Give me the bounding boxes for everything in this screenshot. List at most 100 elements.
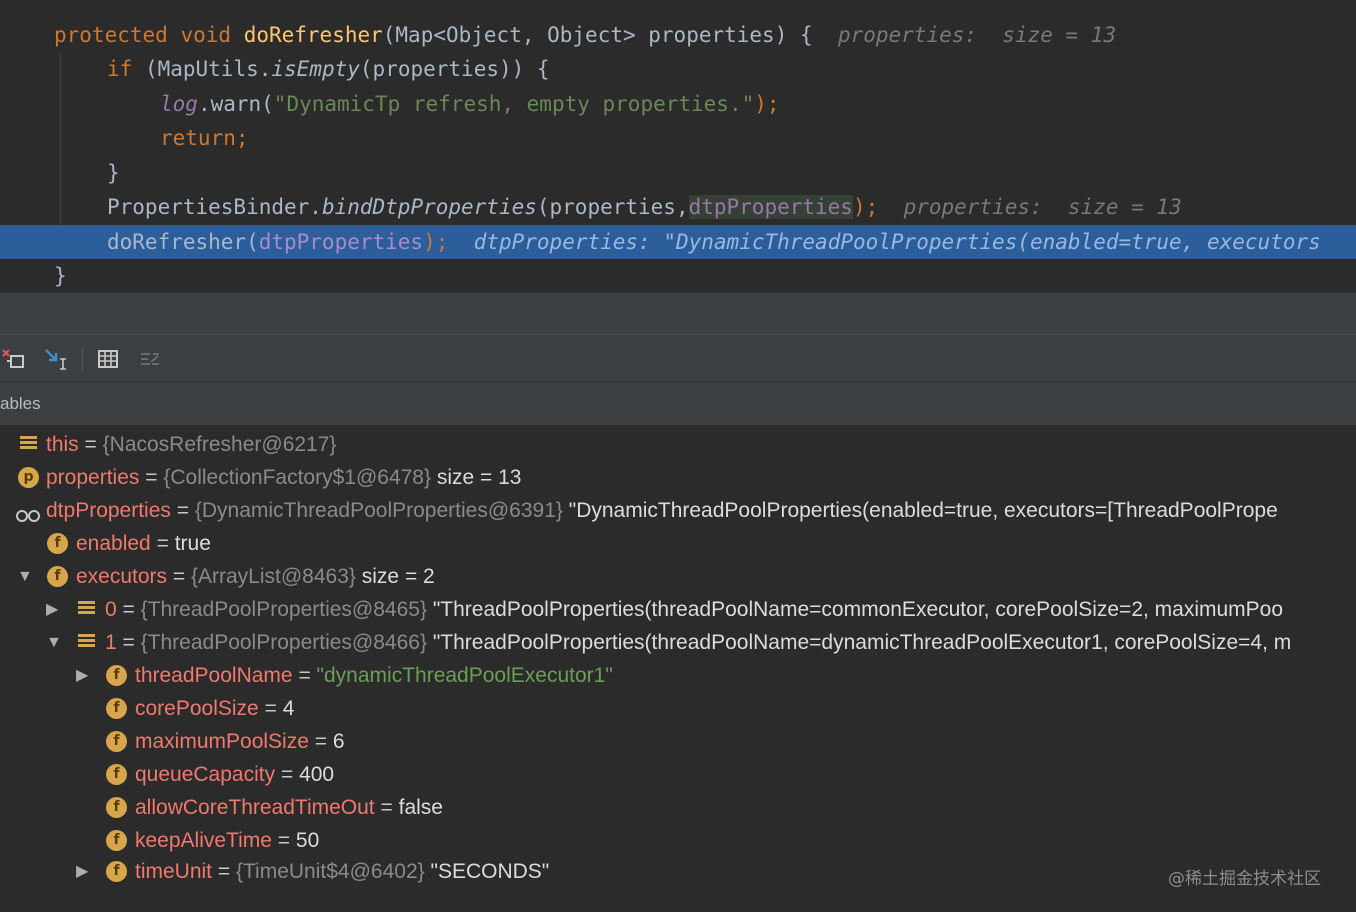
variable-row-timeunit[interactable]: ▶ f timeUnit = {TimeUnit$4@6402} "SECOND…	[0, 855, 1356, 888]
equals-sign: =	[176, 499, 190, 522]
variable-row-keepalivetime[interactable]: f keepAliveTime = 50	[0, 824, 1356, 857]
collapse-arrow-icon[interactable]: ▼	[17, 560, 33, 593]
code-line-8[interactable]: }	[0, 259, 1356, 292]
field-reference: dtpProperties	[688, 195, 853, 219]
variable-row-dtpproperties[interactable]: dtpProperties = {DynamicThreadPoolProper…	[0, 494, 1356, 527]
expand-arrow-icon[interactable]: ▶	[76, 855, 88, 888]
code-text: }	[107, 161, 120, 185]
object-reference: {ThreadPoolProperties@8465}	[140, 598, 427, 621]
variable-value: "SECONDS"	[430, 860, 550, 883]
restore-layout-icon[interactable]	[0, 345, 28, 373]
code-text: .warn(	[197, 92, 274, 116]
variables-title: ables	[0, 394, 41, 413]
code-text: (properties)) {	[359, 57, 550, 81]
field-icon: f	[106, 830, 127, 851]
code-line-5[interactable]: }	[0, 156, 1356, 190]
step-into-icon[interactable]	[42, 345, 70, 373]
inline-debug-hint: dtpProperties: "DynamicThreadPoolPropert…	[473, 230, 1321, 254]
object-reference: {DynamicThreadPoolProperties@6391}	[194, 499, 563, 522]
static-call: isEmpty	[271, 57, 360, 81]
field-icon: f	[106, 665, 127, 686]
equals-sign: =	[122, 631, 135, 654]
settings-list-icon[interactable]	[136, 345, 164, 373]
keyword: if	[107, 57, 133, 81]
expand-arrow-icon[interactable]: ▶	[46, 593, 58, 626]
variable-value: size = 2	[361, 565, 435, 588]
variable-value: true	[174, 532, 211, 555]
equals-sign: =	[156, 532, 169, 555]
variable-row-enabled[interactable]: f enabled = true	[0, 527, 1356, 560]
code-text: );	[852, 195, 879, 219]
variable-row-executors[interactable]: ▼ f executors = {ArrayList@8463} size = …	[0, 560, 1356, 593]
string-literal: "DynamicTp refresh, empty properties."	[273, 92, 755, 116]
code-line-2[interactable]: if (MapUtils.isEmpty(properties)) {	[0, 52, 1356, 86]
equals-sign: =	[314, 730, 327, 753]
variable-value: 6	[332, 730, 345, 753]
keyword: return;	[160, 126, 249, 150]
variable-row-executor-1[interactable]: ▼ 1 = {ThreadPoolProperties@8466} "Threa…	[0, 626, 1356, 659]
variable-name: dtpProperties	[46, 499, 171, 522]
variable-name: keepAliveTime	[135, 829, 272, 852]
variable-row-executor-0[interactable]: ▶ 0 = {ThreadPoolProperties@8465} "Threa…	[0, 593, 1356, 626]
variable-value: false	[398, 796, 443, 819]
keyword: void	[180, 23, 232, 47]
variable-row-maximumpoolsize[interactable]: f maximumPoolSize = 6	[0, 725, 1356, 758]
variable-name: maximumPoolSize	[135, 730, 309, 753]
code-editor[interactable]: protected void doRefresher(Map<Object, O…	[0, 0, 1356, 292]
equals-sign: =	[277, 829, 291, 852]
code-text: );	[423, 230, 449, 254]
variable-name: queueCapacity	[135, 763, 276, 786]
variable-value: "ThreadPoolProperties(threadPoolName=com…	[432, 598, 1284, 621]
variable-row-queuecapacity[interactable]: f queueCapacity = 400	[0, 758, 1356, 791]
list-icon	[78, 634, 95, 651]
variable-name: timeUnit	[135, 860, 213, 883]
equals-sign: =	[280, 763, 294, 786]
code-line-4[interactable]: return;	[0, 121, 1356, 155]
watch-glasses-icon	[15, 502, 40, 522]
code-line-1[interactable]: protected void doRefresher(Map<Object, O…	[0, 18, 1356, 52]
code-line-3[interactable]: log.warn("DynamicTp refresh, empty prope…	[0, 87, 1356, 121]
field-icon: f	[47, 533, 68, 554]
code-text: (MapUtils.	[144, 57, 272, 81]
code-text: PropertiesBinder.	[107, 195, 322, 219]
equals-sign: =	[380, 796, 393, 819]
field-icon: f	[106, 731, 127, 752]
editor-tool-separator	[0, 292, 1356, 334]
variable-row-properties[interactable]: p properties = {CollectionFactory$1@6478…	[0, 461, 1356, 494]
list-icon	[78, 601, 95, 618]
field-icon: f	[106, 797, 127, 818]
watermark: @稀土掘金技术社区	[1168, 869, 1321, 889]
expand-arrow-icon[interactable]: ▶	[76, 659, 88, 692]
code-text: doRefresher(	[107, 230, 259, 254]
code-line-7-current-execution[interactable]: doRefresher(dtpProperties); dtpPropertie…	[0, 225, 1356, 259]
variables-header: ables	[0, 382, 1356, 426]
variable-name: properties	[46, 466, 140, 489]
variable-row-corepoolsize[interactable]: f corePoolSize = 4	[0, 692, 1356, 725]
collapse-arrow-icon[interactable]: ▼	[46, 626, 62, 659]
object-reference: {CollectionFactory$1@6478}	[163, 466, 431, 489]
code-text: );	[754, 92, 780, 116]
code-text: (properties,	[536, 195, 689, 219]
object-reference: {TimeUnit$4@6402}	[235, 860, 425, 883]
debug-toolbar	[0, 334, 1356, 382]
code-line-6[interactable]: PropertiesBinder.bindDtpProperties(prope…	[0, 190, 1356, 224]
equals-sign: =	[217, 860, 231, 883]
variables-tree[interactable]: this = {NacosRefresher@6217} p propertie…	[0, 426, 1356, 912]
variable-name: this	[46, 433, 79, 456]
variable-value: "DynamicThreadPoolProperties(enabled=tru…	[568, 499, 1278, 522]
object-reference: {NacosRefresher@6217}	[102, 433, 337, 456]
field-icon: f	[47, 566, 68, 587]
variable-row-this[interactable]: this = {NacosRefresher@6217}	[0, 428, 1356, 461]
field-icon: f	[106, 764, 127, 785]
equals-sign: =	[172, 565, 186, 588]
variable-row-allowcorethreadtimeout[interactable]: f allowCoreThreadTimeOut = false	[0, 791, 1356, 824]
variable-value: "ThreadPoolProperties(threadPoolName=dyn…	[432, 631, 1292, 654]
field-icon: f	[106, 698, 127, 719]
field-icon: f	[106, 861, 127, 882]
object-reference: {ArrayList@8463}	[191, 565, 356, 588]
inline-debug-hint: properties: size = 13	[903, 195, 1182, 219]
variable-row-threadpoolname[interactable]: ▶ f threadPoolName = "dynamicThreadPoolE…	[0, 659, 1356, 692]
object-reference: {ThreadPoolProperties@8466}	[140, 631, 427, 654]
variable-name: 0	[105, 598, 117, 621]
table-icon[interactable]	[94, 345, 122, 373]
